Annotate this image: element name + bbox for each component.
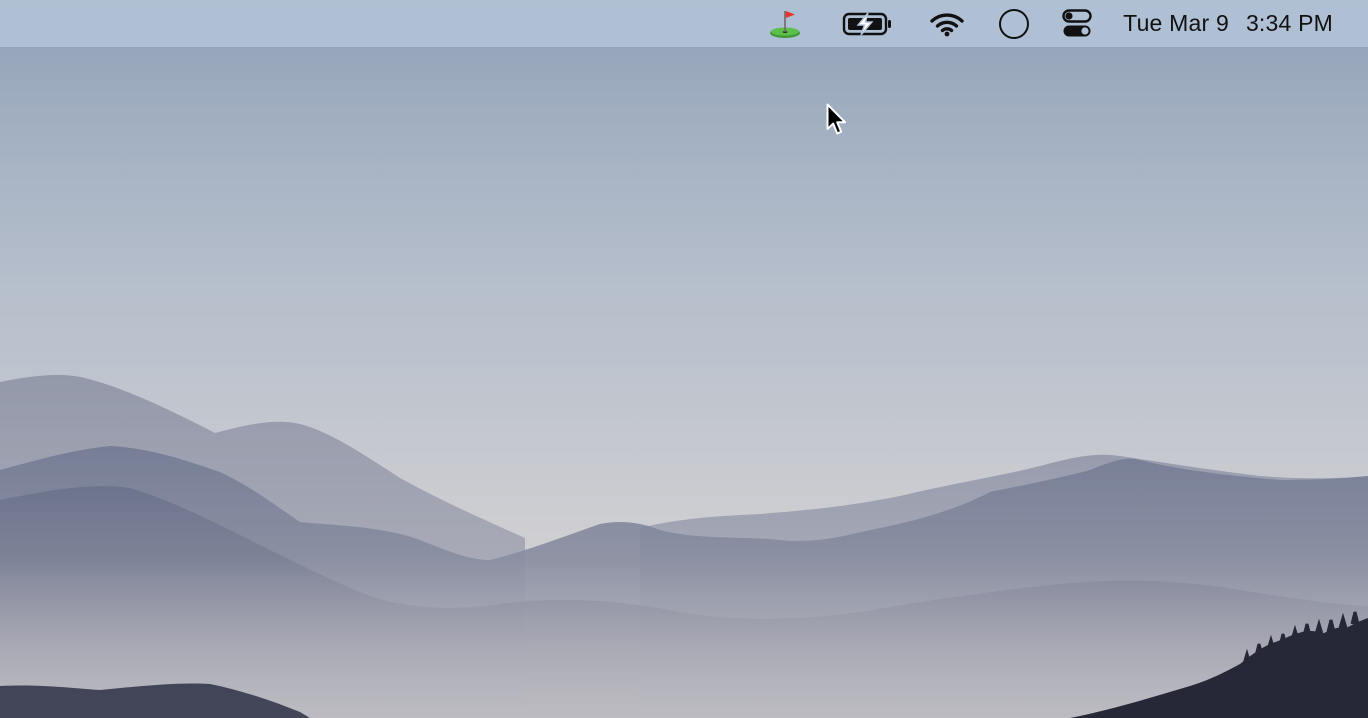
wifi-icon[interactable] [929, 0, 965, 47]
clock-time: 3:34 PM [1245, 10, 1333, 36]
control-center-icon[interactable] [1061, 0, 1093, 47]
arrow-pointer-icon [826, 103, 846, 135]
golf-flag-icon[interactable] [765, 0, 805, 47]
circle-icon[interactable] [997, 0, 1031, 47]
desktop: Tue Mar 9 3:34 PM [0, 0, 1368, 718]
clock-date: Tue Mar 9 [1123, 10, 1229, 36]
battery-charging-icon[interactable] [841, 0, 895, 47]
menu-bar-clock[interactable]: Tue Mar 9 3:34 PM [1123, 10, 1333, 37]
mountain-wallpaper [0, 375, 1368, 718]
menu-bar: Tue Mar 9 3:34 PM [0, 0, 1368, 47]
